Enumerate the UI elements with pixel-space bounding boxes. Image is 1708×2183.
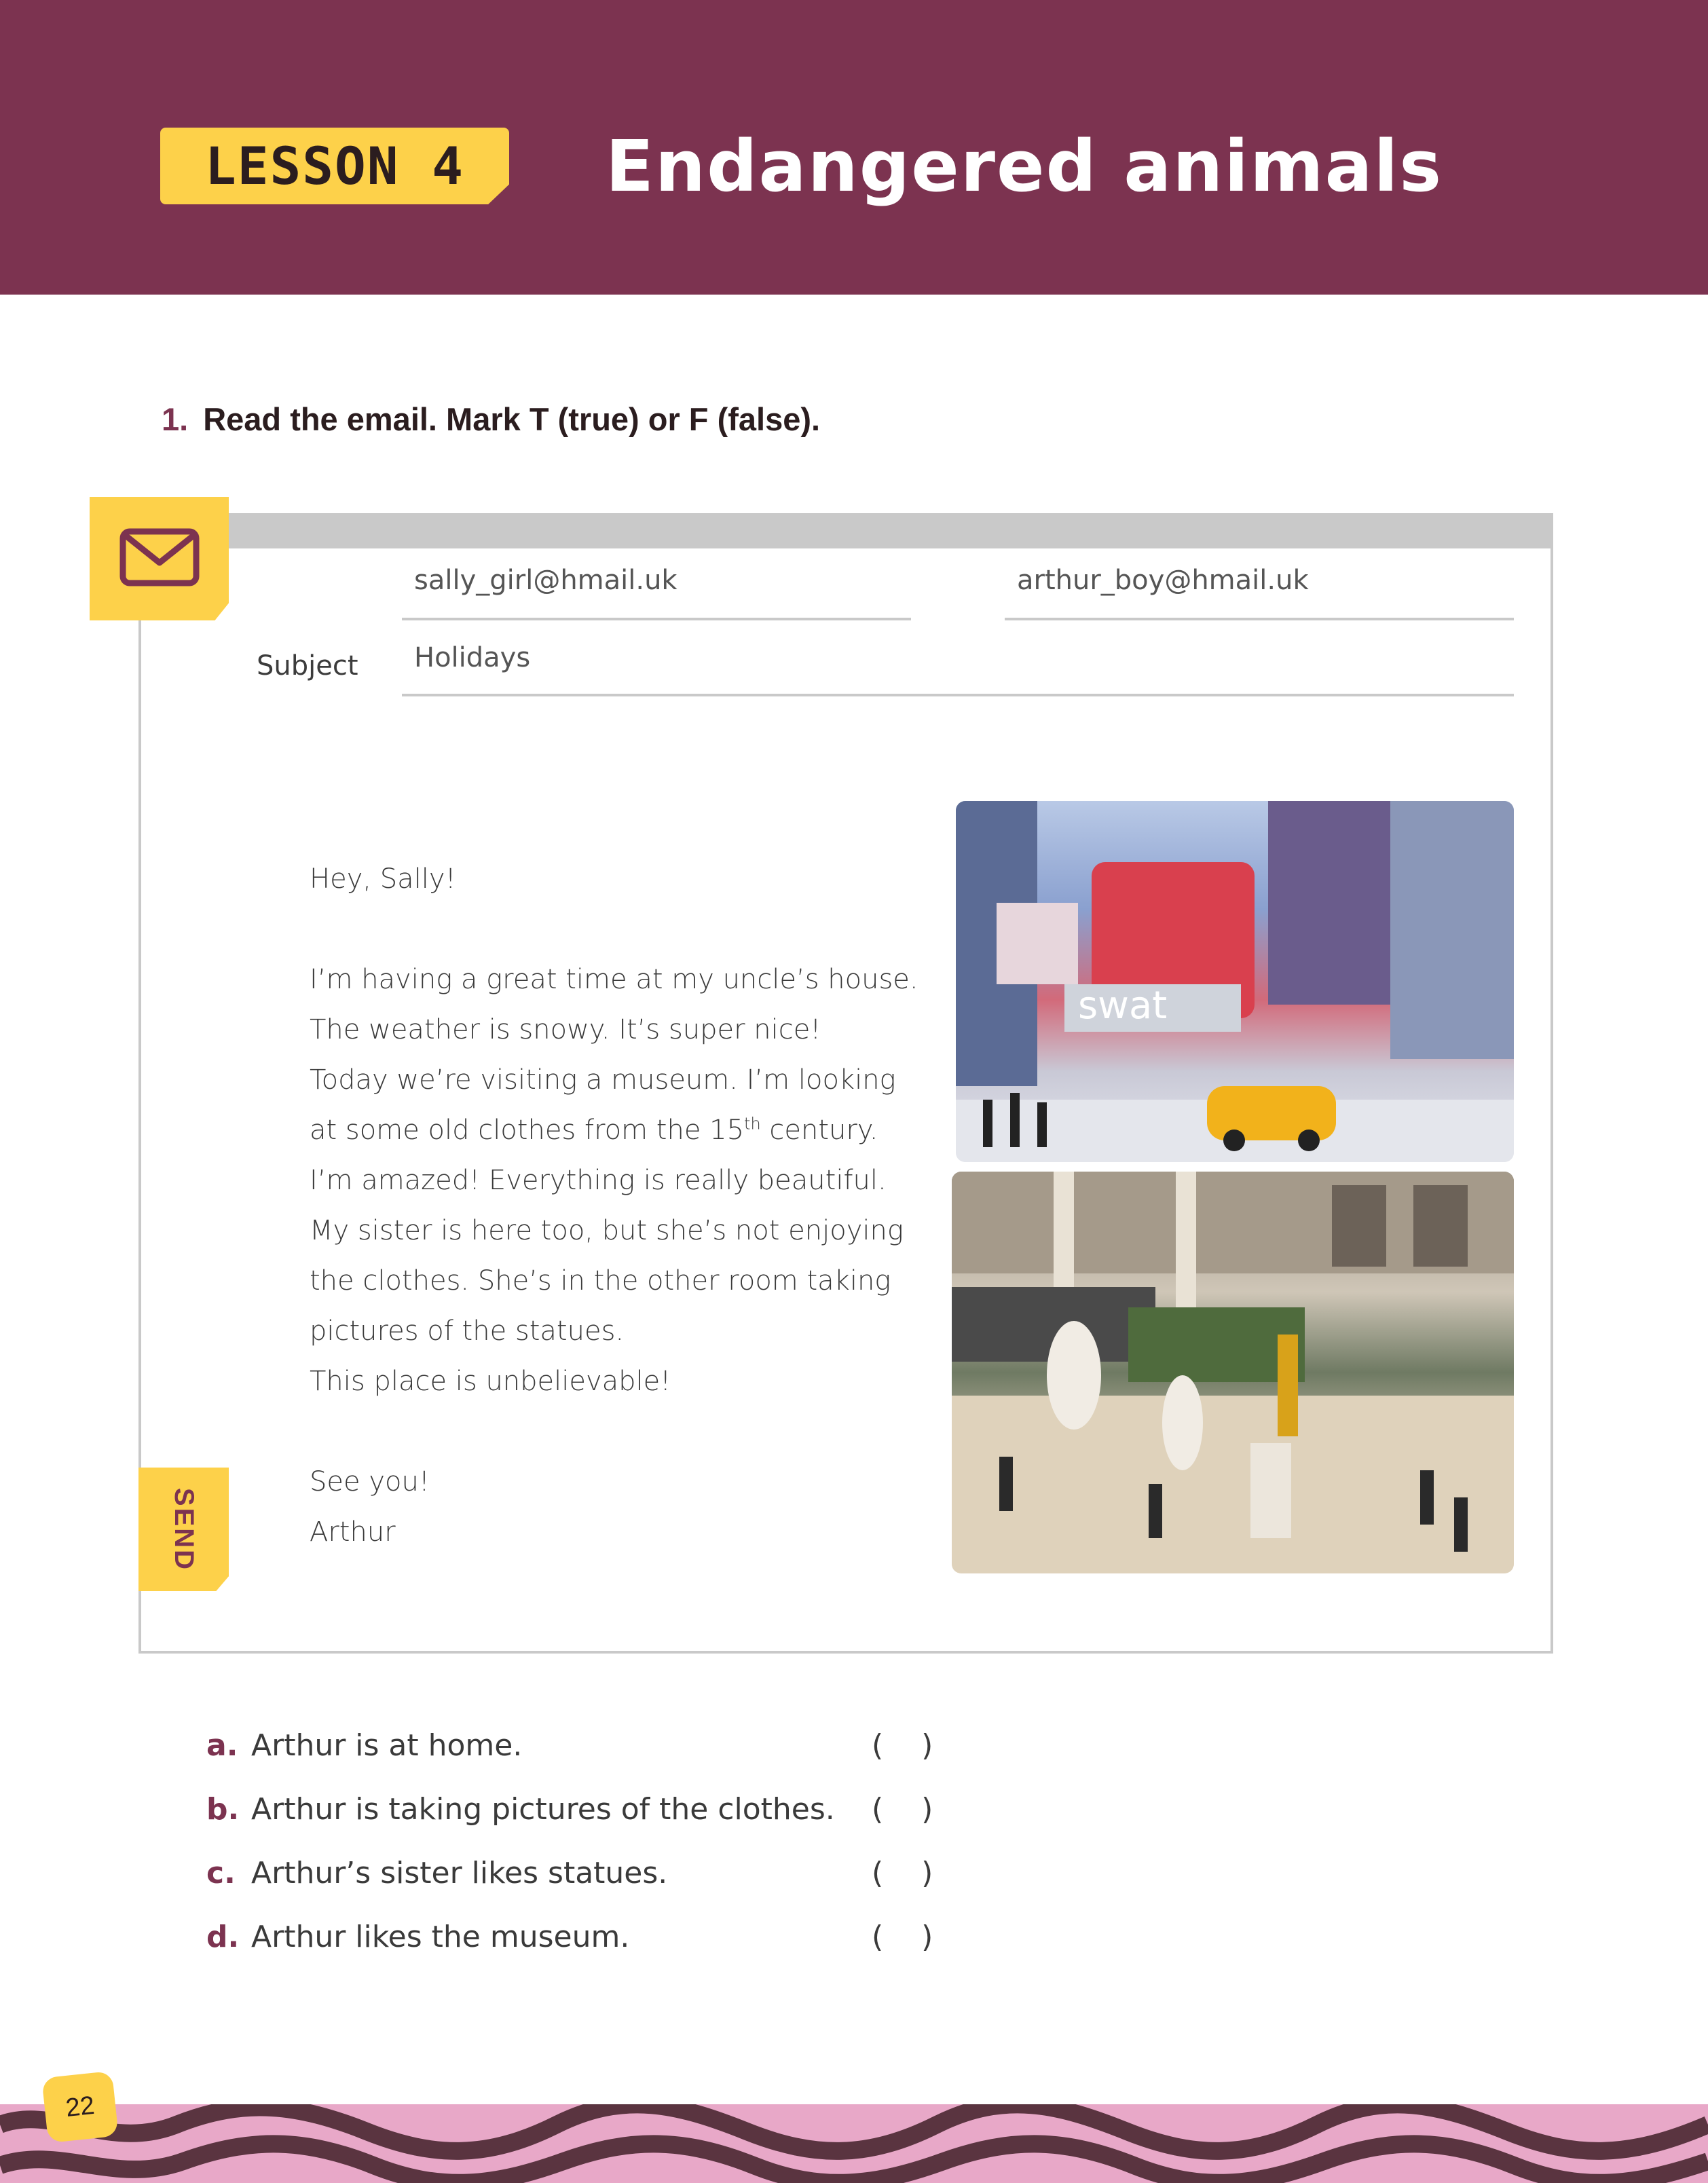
century-text: at some old clothes from the 15 — [310, 1115, 745, 1146]
body-line: I’m amazed! Everything is really beautif… — [310, 1165, 887, 1196]
from-address: sally_girl@hmail.uk — [414, 565, 677, 596]
envelope-icon — [119, 527, 200, 590]
question-letter: a. — [206, 1728, 238, 1763]
question-text: Arthur is taking pictures of the clothes… — [251, 1792, 835, 1827]
exercise-instruction: 1. Read the email. Mark T (true) or F (fa… — [162, 400, 820, 438]
subject-label: Subject — [257, 650, 358, 682]
question-item: c. Arthur’s sister likes statues. ( ) — [206, 1856, 953, 1920]
city-photo: swat — [956, 801, 1514, 1162]
to-address: arthur_boy@hmail.uk — [1017, 565, 1309, 596]
svg-text:swat: swat — [1078, 984, 1167, 1028]
question-item: a. Arthur is at home. ( ) — [206, 1728, 953, 1792]
body-line: My sister is here too, but she’s not enj… — [310, 1215, 904, 1246]
page-number: 22 — [41, 2070, 119, 2144]
answer-box[interactable]: ( ) — [872, 1920, 933, 1954]
email-body: Hey, Sally! I’m having a great time at m… — [310, 854, 934, 1557]
body-line: This place is unbelievable! — [310, 1366, 671, 1397]
question-text: Arthur is at home. — [251, 1728, 523, 1763]
exercise-number: 1. — [162, 401, 189, 437]
question-letter: c. — [206, 1856, 236, 1890]
question-letter: b. — [206, 1792, 240, 1827]
footer-pattern — [0, 2104, 1708, 2183]
signature: Arthur — [310, 1516, 396, 1548]
body-line: the clothes. She’s in the other room tak… — [310, 1265, 891, 1296]
instruction-text: Read the email. Mark T (true) or F (fals… — [203, 401, 821, 437]
question-letter: d. — [206, 1920, 240, 1954]
body-line: I’m having a great time at my uncle’s ho… — [310, 964, 918, 995]
mail-badge — [90, 497, 229, 620]
superscript: th — [744, 1114, 761, 1134]
send-button[interactable]: SEND — [138, 1468, 229, 1591]
lesson-tag: LESSON 4 — [160, 128, 509, 204]
century-suffix: century. — [760, 1115, 878, 1146]
question-text: Arthur’s sister likes statues. — [251, 1856, 668, 1890]
subject-field[interactable]: Holidays — [402, 642, 1514, 696]
lesson-title: Endangered animals — [606, 125, 1443, 208]
send-label: SEND — [168, 1487, 199, 1571]
body-line: at some old clothes from the 15th centur… — [310, 1105, 934, 1155]
question-item: b. Arthur is taking pictures of the clot… — [206, 1792, 953, 1856]
email-topbar — [141, 516, 1551, 548]
body-line: The weather is snowy. It’s super nice! — [310, 1014, 821, 1045]
answer-box[interactable]: ( ) — [872, 1792, 933, 1827]
museum-photo — [952, 1172, 1514, 1573]
question-list: a. Arthur is at home. ( ) b. Arthur is t… — [206, 1728, 953, 1983]
greeting: Hey, Sally! — [310, 863, 456, 895]
answer-box[interactable]: ( ) — [872, 1728, 933, 1763]
subject-value: Holidays — [414, 642, 531, 673]
from-field[interactable]: sally_girl@hmail.uk — [402, 565, 911, 620]
question-text: Arthur likes the museum. — [251, 1920, 630, 1954]
answer-box[interactable]: ( ) — [872, 1856, 933, 1890]
body-line: pictures of the statues. — [310, 1316, 625, 1347]
closing: See you! — [310, 1466, 430, 1497]
question-item: d. Arthur likes the museum. ( ) — [206, 1920, 953, 1983]
to-field[interactable]: arthur_boy@hmail.uk — [1005, 565, 1514, 620]
body-line: Today we’re visiting a museum. I’m looki… — [310, 1064, 896, 1096]
